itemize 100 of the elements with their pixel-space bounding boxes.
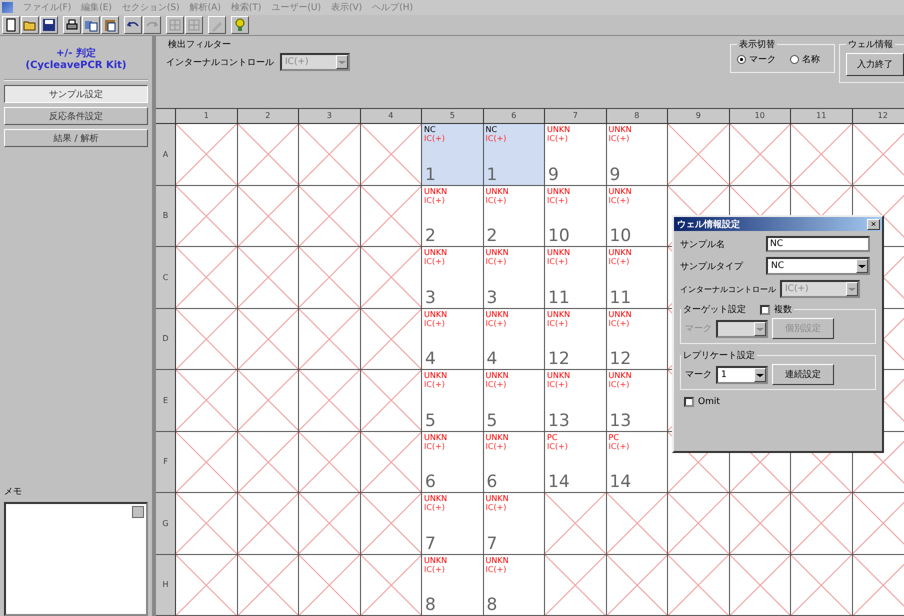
replicate-mark-label: マーク — [685, 369, 712, 381]
sample-type: UNKN — [424, 248, 448, 257]
ic-status: IC(+) — [486, 134, 506, 143]
ic-status: IC(+) — [608, 318, 630, 328]
sample-number: 1 — [424, 166, 436, 184]
sample-number: 4 — [486, 350, 498, 368]
sample-number: 3 — [486, 288, 498, 306]
ic-status: IC(+) — [547, 134, 568, 143]
ic-status: IC(+) — [608, 442, 630, 450]
sample-type: UNKN — [486, 371, 509, 380]
column-header: 8 — [606, 109, 668, 124]
sample-number: 4 — [424, 350, 436, 368]
sample-number: 13 — [608, 412, 632, 430]
sample-type: UNKN — [547, 310, 570, 318]
sample-type: UNKN — [547, 186, 570, 196]
ic-status: IC(+) — [486, 196, 506, 204]
sample-number: 6 — [424, 473, 436, 491]
sample-type: UNKN — [424, 310, 448, 318]
kit-name: (CycleavePCR Kit) — [24, 60, 128, 71]
sample-type: UNKN — [608, 248, 632, 257]
sample-type: UNKN — [486, 494, 509, 503]
sample-type: UNKN — [486, 248, 509, 257]
sample-number: 7 — [486, 534, 498, 552]
row-header: H — [156, 554, 176, 616]
ic-status: IC(+) — [486, 257, 506, 266]
sample-type: UNKN — [608, 186, 632, 196]
display-switch-title: 表示切替 — [738, 38, 776, 51]
sample-number: 7 — [424, 534, 436, 552]
sample-number: 3 — [424, 288, 436, 306]
ic-label: インターナルコントロール — [680, 284, 776, 294]
sample-number: 6 — [486, 473, 498, 491]
ic-status: IC(+) — [547, 380, 568, 389]
column-header: 4 — [360, 109, 422, 124]
ic-status: IC(+) — [547, 257, 568, 266]
sample-type: UNKN — [486, 186, 509, 196]
ic-status: IC(+) — [486, 503, 506, 512]
filter-title: 検出フィルター — [167, 38, 232, 51]
replicate-settings-title: レプリケート設定 — [682, 349, 756, 362]
row-header: C — [156, 247, 176, 308]
sample-number: 13 — [547, 412, 570, 430]
column-header: 6 — [484, 109, 545, 124]
column-header: 7 — [545, 109, 606, 124]
sample-type: UNKN — [486, 432, 509, 442]
row-header: A — [156, 124, 176, 186]
well-info-title: ウェル情報 — [847, 38, 894, 51]
sample-number: 11 — [547, 288, 570, 306]
sample-type: UNKN — [547, 125, 570, 134]
ic-status: IC(+) — [547, 196, 568, 204]
sample-type: UNKN — [424, 371, 448, 380]
memo-label: メモ — [4, 486, 23, 498]
sample-number: 14 — [547, 473, 570, 491]
ic-status: IC(+) — [608, 257, 630, 266]
sample-number: 1 — [486, 166, 498, 184]
mode-title: +/- 判定 — [55, 46, 97, 60]
sample-number: 11 — [608, 288, 632, 306]
column-header: 10 — [730, 109, 791, 124]
ic-status: IC(+) — [486, 442, 506, 450]
sample-type: UNKN — [547, 371, 570, 380]
sample-type: UNKN — [608, 310, 632, 318]
column-header: 5 — [422, 109, 484, 124]
sample-number: 12 — [608, 350, 632, 368]
ic-status: IC(+) — [547, 442, 568, 450]
row-header: D — [156, 308, 176, 370]
sample-number: 5 — [424, 412, 436, 430]
sample-type: PC — [547, 432, 558, 442]
ic-status: IC(+) — [486, 318, 506, 328]
sample-number: 5 — [486, 412, 498, 430]
ic-status: IC(+) — [486, 380, 506, 389]
sample-type: UNKN — [424, 432, 448, 442]
sample-name-label: サンプル名 — [680, 238, 726, 250]
sample-type-label: サンプルタイプ — [680, 260, 744, 272]
ic-status: IC(+) — [547, 318, 568, 328]
column-header: 11 — [791, 109, 852, 124]
ic-label: インターナルコントロール — [166, 56, 274, 68]
ic-status: IC(+) — [424, 442, 445, 450]
ic-status: IC(+) — [424, 380, 445, 389]
sample-number: 9 — [547, 166, 559, 184]
sample-type: UNKN — [424, 186, 448, 196]
sample-number: 10 — [547, 227, 570, 245]
ic-status: IC(+) — [608, 134, 630, 143]
sample-type: NC — [424, 125, 436, 134]
column-header: 2 — [238, 109, 299, 124]
ic-status: IC(+) — [424, 257, 445, 266]
sample-number: 14 — [608, 473, 632, 491]
sample-type: UNKN — [424, 494, 448, 503]
ic-status: IC(+) — [424, 503, 445, 512]
ic-status: IC(+) — [608, 380, 630, 389]
column-header: 9 — [668, 109, 730, 124]
column-header: 12 — [852, 109, 904, 124]
column-header: 1 — [176, 109, 238, 124]
ic-status: IC(+) — [608, 196, 630, 204]
sample-type: UNKN — [547, 248, 570, 257]
row-header: B — [156, 186, 176, 247]
ic-status: IC(+) — [424, 318, 445, 328]
sample-type: UNKN — [608, 371, 632, 380]
sample-type: UNKN — [608, 125, 632, 134]
ic-status: IC(+) — [424, 196, 445, 204]
sample-number: 8 — [486, 596, 498, 614]
ic-status: IC(+) — [424, 564, 445, 574]
target-settings-title: ターゲット設定 — [683, 304, 746, 316]
